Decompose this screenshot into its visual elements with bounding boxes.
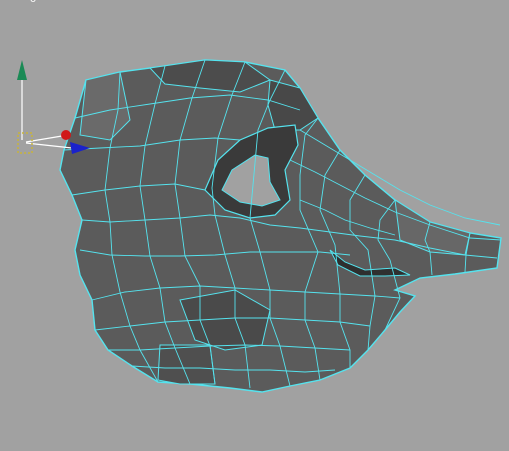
polygon-mesh[interactable] xyxy=(59,59,502,393)
mesh-shade-brow xyxy=(267,79,319,131)
z-axis-handle[interactable] xyxy=(61,130,71,140)
mesh-shade-jaw xyxy=(157,344,216,385)
viewport-3d[interactable]: o xyxy=(0,0,509,451)
y-axis-arrow[interactable] xyxy=(17,60,27,80)
mesh-canvas[interactable] xyxy=(0,0,509,451)
